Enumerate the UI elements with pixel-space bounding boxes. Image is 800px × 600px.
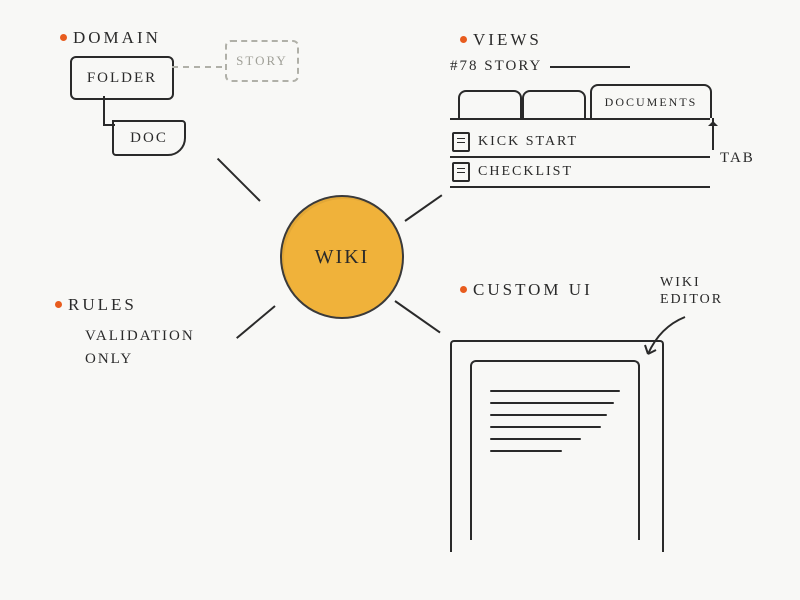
connector-folder-story [172, 66, 222, 68]
decorative-line [550, 66, 630, 68]
annotation-line2: EDITOR [660, 292, 723, 309]
document-icon [452, 162, 470, 182]
document-list: KICK START CHECKLIST [450, 128, 710, 188]
center-label: WIKI [315, 246, 370, 269]
text-line-placeholder [490, 414, 607, 416]
box-story-secondary: STORY [225, 40, 299, 82]
tab-inactive-1[interactable] [458, 90, 522, 118]
callout-tab: TAB [720, 150, 755, 167]
text-line-placeholder [490, 426, 601, 428]
arrow-to-tab-icon [712, 118, 714, 150]
text-line-placeholder [490, 390, 620, 392]
annotation-line1: WIKI [660, 275, 723, 292]
label-folder: FOLDER [87, 70, 157, 87]
center-node-wiki: WIKI [280, 195, 404, 319]
label-story: STORY [236, 53, 288, 69]
list-item-label: KICK START [478, 134, 578, 150]
label-doc: DOC [130, 130, 168, 147]
tab-strip: DOCUMENTS [450, 82, 710, 118]
heading-domain: DOMAIN [60, 28, 161, 48]
tab-documents-label: DOCUMENTS [605, 95, 698, 110]
list-item-label: CHECKLIST [478, 164, 573, 180]
connector-folder-doc [103, 96, 105, 124]
text-line-placeholder [490, 450, 562, 452]
story-id-label: #78 STORY [450, 58, 542, 75]
connector [404, 194, 442, 221]
text-line-placeholder [490, 438, 581, 440]
rules-line1: VALIDATION [85, 325, 195, 348]
whiteboard-canvas: { "center": { "label": "WIKI" }, "domain… [0, 0, 800, 600]
annotation-wiki-editor: WIKI EDITOR [660, 275, 723, 309]
heading-rules: RULES [55, 295, 137, 315]
bullet-icon [460, 36, 467, 43]
bullet-icon [55, 301, 62, 308]
bullet-icon [60, 34, 67, 41]
box-doc: DOC [112, 120, 186, 156]
document-icon [452, 132, 470, 152]
story-reference-row: #78 STORY [450, 58, 630, 75]
connector [236, 305, 276, 339]
list-item[interactable]: KICK START [450, 128, 710, 158]
tab-documents[interactable]: DOCUMENTS [590, 84, 712, 118]
list-item[interactable]: CHECKLIST [450, 158, 710, 188]
bullet-icon [460, 286, 467, 293]
tab-inactive-2[interactable] [522, 90, 586, 118]
editor-page [470, 360, 640, 540]
rules-line2: ONLY [85, 348, 195, 371]
connector [394, 300, 440, 333]
text-line-placeholder [490, 402, 614, 404]
rules-body: VALIDATION ONLY [85, 325, 195, 370]
heading-views: VIEWS [460, 30, 542, 50]
box-folder: FOLDER [70, 56, 174, 100]
heading-custom-ui: CUSTOM UI [460, 280, 593, 300]
connector [217, 158, 261, 202]
